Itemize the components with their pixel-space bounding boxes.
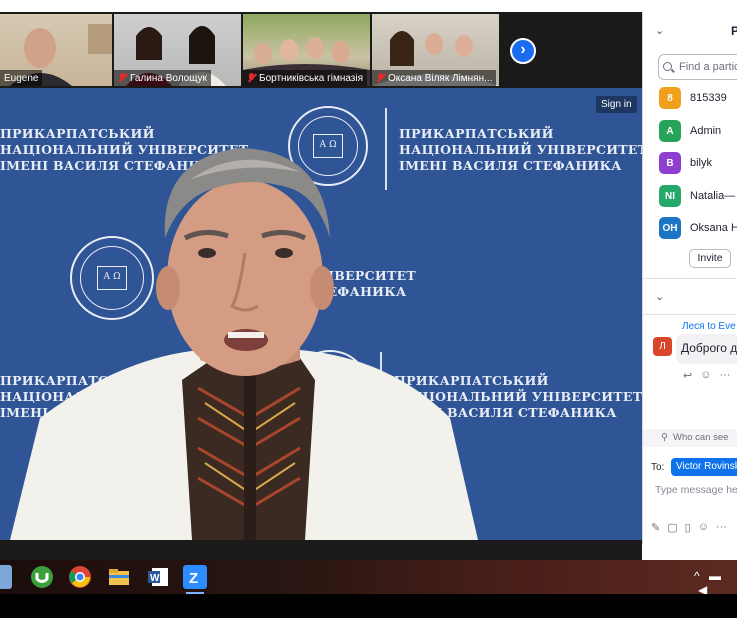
mic-muted-icon: [376, 73, 385, 83]
avatar: Л: [653, 337, 672, 356]
avatar: OH: [659, 217, 681, 239]
avatar: A: [659, 120, 681, 142]
system-tray: ^ ▬ ◀: [694, 569, 737, 597]
thumbnail-bortnykivska[interactable]: Бортниківська гімназія: [243, 14, 370, 86]
app-icon[interactable]: [0, 565, 12, 589]
participant-name: Оксана Віляк Лімнян...: [372, 70, 497, 86]
more-icon[interactable]: ···: [719, 369, 730, 382]
top-strip: [0, 0, 737, 12]
person-icon: ⚲: [661, 432, 668, 443]
gallery-strip: Eugene Галина Волощук Бортниківська гімн…: [0, 12, 642, 88]
participant-name: 815339: [690, 92, 727, 104]
thumbnail-eugene[interactable]: Eugene: [0, 14, 112, 86]
participant-name: Бортниківська гімназія: [243, 70, 368, 86]
file-explorer-icon[interactable]: [107, 565, 131, 589]
reply-icon[interactable]: ↩: [683, 369, 692, 382]
avatar: 8: [659, 87, 681, 109]
participant-name: Oksana Hl: [690, 222, 737, 234]
participant-row[interactable]: NI Natalia—: [659, 184, 735, 208]
recipient-selector[interactable]: Victor Rovinski: [671, 458, 737, 476]
participant-name: Admin: [690, 125, 722, 137]
chrome-icon[interactable]: [68, 565, 92, 589]
collapse-chat-chevron-icon[interactable]: ⌄: [655, 290, 664, 303]
participant-name: Natalia—: [690, 190, 736, 202]
to-label: To:: [651, 462, 665, 473]
screenshot-icon[interactable]: ▢: [667, 521, 677, 534]
sign-in-button[interactable]: Sign in: [596, 96, 637, 113]
emoji-icon[interactable]: ☺: [698, 521, 709, 534]
invite-button[interactable]: Invite: [689, 249, 731, 268]
next-page-button[interactable]: ›: [510, 38, 536, 64]
participant-name: bilyk: [690, 157, 713, 169]
utorrent-icon[interactable]: [30, 565, 54, 589]
screen: Eugene Галина Волощук Бортниківська гімн…: [0, 0, 737, 618]
search-icon: [663, 62, 672, 71]
chat-message-header: Леся to Eve: [682, 321, 736, 332]
windows-taskbar: W Z ^ ▬ ◀: [0, 560, 737, 597]
speaker-video: [10, 148, 478, 540]
mic-muted-icon: [118, 73, 127, 83]
emoji-icon[interactable]: ☺: [700, 369, 711, 382]
participant-row[interactable]: A Admin: [659, 119, 721, 143]
participant-row[interactable]: 8 815339: [659, 86, 727, 110]
zoom-icon[interactable]: Z: [183, 565, 207, 594]
divider: [643, 278, 737, 279]
video-bottom-bar: [0, 540, 642, 560]
thumbnail-oksana[interactable]: Оксана Віляк Лімнян...: [372, 14, 499, 86]
participants-title: Pa: [731, 24, 737, 38]
main-video[interactable]: ПРИКАРПАТСЬКИЙ НАЦІОНАЛЬНИЙ УНІВЕРСИТЕТ …: [0, 88, 642, 540]
chevron-up-icon[interactable]: ^: [694, 569, 700, 583]
divider: [643, 314, 737, 315]
mic-muted-icon: [247, 73, 256, 83]
message-actions: ↩ ☺ ···: [683, 369, 730, 382]
chevron-right-icon: ›: [520, 41, 526, 58]
who-can-see-notice[interactable]: ⚲ Who can see: [643, 429, 737, 447]
avatar: B: [659, 152, 681, 174]
collapse-participants-chevron-icon[interactable]: ⌄: [655, 24, 664, 37]
participant-name: Галина Волощук: [114, 70, 211, 86]
svg-text:W: W: [150, 573, 160, 584]
side-panel: ⌄ Pa Find a partic 8 815339 A Admin B bi…: [642, 12, 737, 544]
svg-text:Z: Z: [189, 570, 198, 587]
thumbnail-halyna[interactable]: Галина Волощук: [114, 14, 241, 86]
chat-toolbar: ✎ ▢ ▯ ☺ ···: [651, 521, 727, 534]
participant-row[interactable]: B bilyk: [659, 151, 712, 175]
network-icon[interactable]: ▬: [709, 569, 721, 583]
file-icon[interactable]: ▯: [685, 521, 691, 534]
format-icon[interactable]: ✎: [651, 521, 660, 534]
word-icon[interactable]: W: [146, 565, 170, 589]
participant-name: Eugene: [0, 70, 43, 86]
chat-message-bubble[interactable]: Доброго д: [676, 334, 737, 364]
avatar: NI: [659, 185, 681, 207]
bottom-border: [0, 594, 737, 618]
chat-message-input[interactable]: Type message her: [655, 484, 737, 496]
participant-row[interactable]: OH Oksana Hl: [659, 216, 737, 240]
more-icon[interactable]: ···: [716, 521, 727, 534]
